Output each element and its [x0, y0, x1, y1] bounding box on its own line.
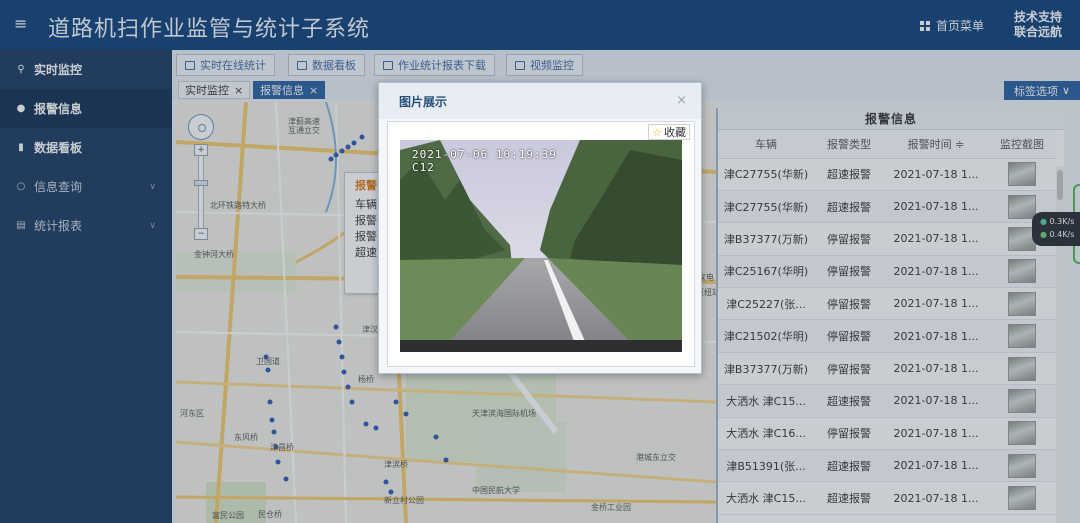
close-icon[interactable]: × — [676, 93, 687, 108]
modal-title: 图片展示 — [399, 94, 448, 109]
star-icon: ☆ — [652, 125, 662, 139]
photo-channel: C12 — [412, 161, 435, 174]
favorite-label: 收藏 — [664, 126, 686, 139]
modal-header: 图片展示 × — [379, 83, 701, 119]
surveillance-photo: 2021-07-06 10:19:39 C12 — [400, 140, 682, 352]
favorite-button[interactable]: ☆ 收藏 — [648, 124, 690, 140]
photo-datetime: 2021-07-06 10:19:39 — [412, 148, 557, 161]
image-preview-modal: 图片展示 × ☆ 收藏 2021-07-06 10:19:39 C12 — [378, 82, 702, 374]
modal-body: ☆ 收藏 2021-07-06 10:19:39 C12 — [387, 121, 695, 367]
photo-timestamp: 2021-07-06 10:19:39 C12 — [412, 148, 557, 174]
